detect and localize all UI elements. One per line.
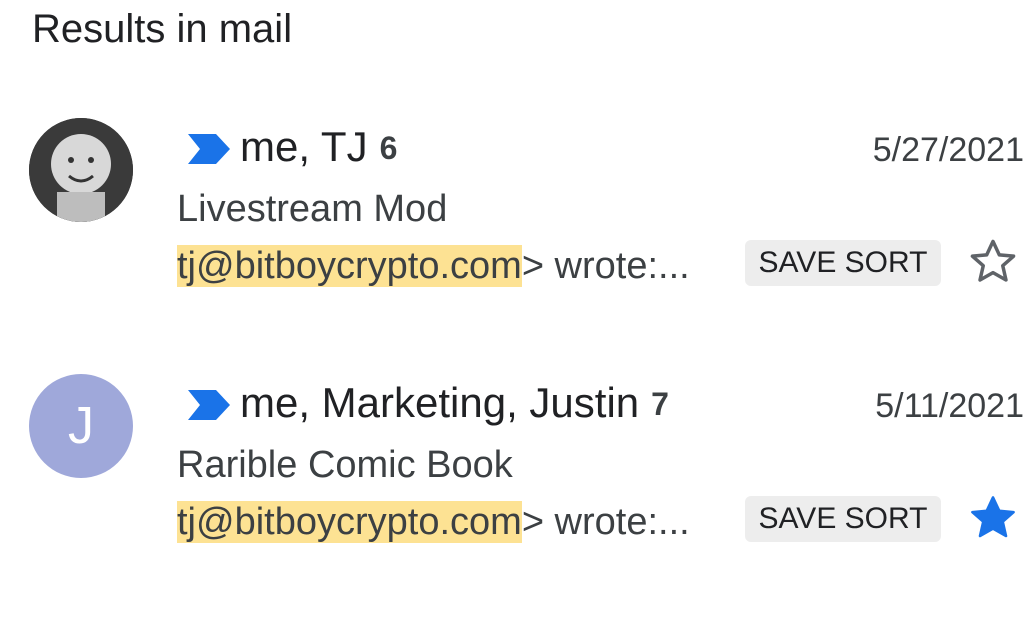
thread-date: 5/27/2021 bbox=[872, 131, 1024, 169]
senders-text: me, Marketing, Justin bbox=[240, 379, 640, 426]
label-chip[interactable]: SAVE SORT bbox=[745, 496, 941, 542]
thread-date: 5/11/2021 bbox=[875, 387, 1024, 425]
star-filled-icon[interactable] bbox=[966, 492, 1020, 544]
thread-snippet: tj@bitboycrypto.com> wrote:... bbox=[177, 498, 690, 546]
label-chip[interactable]: SAVE SORT bbox=[745, 240, 941, 286]
email-thread[interactable]: J me, Marketing, Justin 7 5/11/2021 Rarib… bbox=[0, 366, 1030, 566]
star-outline-icon[interactable] bbox=[966, 236, 1020, 288]
sender-avatar[interactable] bbox=[29, 118, 133, 222]
thread-senders: me, Marketing, Justin 7 bbox=[240, 378, 669, 429]
senders-text: me, TJ bbox=[240, 123, 368, 170]
section-title: Results in mail bbox=[32, 7, 293, 51]
message-count: 6 bbox=[379, 130, 398, 166]
thread-senders: me, TJ 6 bbox=[240, 122, 397, 173]
snippet-text: > wrote:... bbox=[521, 245, 690, 287]
thread-subject: Rarible Comic Book bbox=[177, 444, 513, 486]
avatar-letter: J bbox=[68, 397, 94, 455]
search-match-highlight: tj@bitboycrypto.com bbox=[177, 501, 522, 543]
importance-marker-icon[interactable] bbox=[188, 134, 230, 164]
email-thread[interactable]: me, TJ 6 5/27/2021 Livestream Mod tj@bitb… bbox=[0, 110, 1030, 310]
avatar-photo bbox=[29, 118, 133, 222]
thread-snippet: tj@bitboycrypto.com> wrote:... bbox=[177, 242, 690, 290]
message-count: 7 bbox=[651, 386, 669, 422]
snippet-text: > wrote:... bbox=[521, 501, 690, 543]
search-match-highlight: tj@bitboycrypto.com bbox=[177, 245, 522, 287]
sender-avatar[interactable]: J bbox=[29, 374, 133, 478]
thread-subject: Livestream Mod bbox=[177, 188, 448, 230]
importance-marker-icon[interactable] bbox=[188, 390, 230, 420]
